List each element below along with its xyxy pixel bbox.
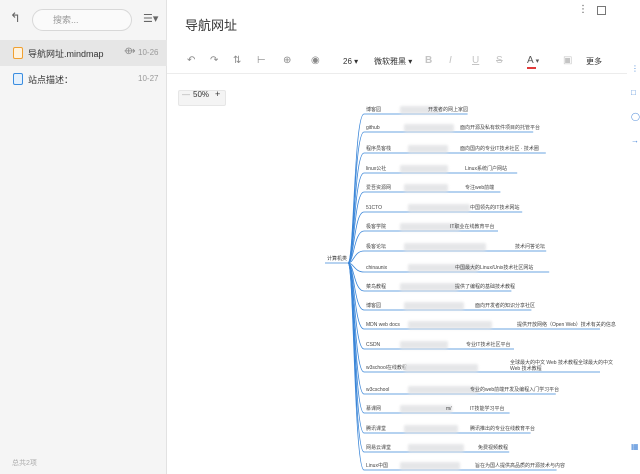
topic-node[interactable]: MDN web docs: [366, 322, 400, 328]
topic-description[interactable]: 专业IT技术社区平台: [466, 342, 510, 348]
redacted-url: [400, 283, 458, 291]
topic-description[interactable]: 技术问答论坛: [515, 244, 545, 250]
url-fragment: m/: [446, 406, 452, 412]
topic-node[interactable]: CSDN: [366, 342, 380, 348]
topic-node[interactable]: github: [366, 125, 380, 131]
redacted-url: [400, 341, 448, 349]
topic-node[interactable]: 网易云课堂: [366, 445, 391, 451]
topic-node[interactable]: 慕课网: [366, 406, 381, 412]
topic-description[interactable]: 专业的web前端开发及编程入门学习平台: [470, 387, 559, 393]
topic-description[interactable]: 面向国内的专业IT技术社区 · 技术圈: [460, 146, 539, 152]
redacted-url: [408, 386, 478, 394]
topic-description[interactable]: Linux系统门户网站: [465, 166, 507, 172]
redacted-url: [404, 302, 464, 310]
branch-line: [347, 250, 547, 264]
redacted-url: [400, 165, 448, 173]
topic-node[interactable]: chinaunix: [366, 265, 387, 271]
mindmap-canvas: [325, 113, 600, 471]
topic-description[interactable]: 面向开发者的知识分享社区: [475, 303, 535, 309]
branch-line: [347, 211, 523, 264]
topic-description[interactable]: IT技能学习平台: [470, 406, 504, 412]
topic-description[interactable]: 提供了编程的基础技术教程: [455, 284, 515, 290]
branch-line: [347, 262, 600, 330]
center-node[interactable]: 计算机类: [327, 255, 347, 262]
redacted-url: [404, 243, 486, 251]
topic-description[interactable]: 中国领先的IT技术网站: [470, 205, 519, 211]
redacted-url: [400, 462, 460, 470]
topic-node[interactable]: 极客论坛: [366, 244, 386, 250]
topic-description[interactable]: 开发者的网上家园: [428, 107, 468, 113]
topic-description[interactable]: IT职业在线教育平台: [450, 224, 494, 230]
redacted-url: [408, 145, 448, 153]
topic-node[interactable]: 博客园: [366, 303, 381, 309]
topic-node[interactable]: w3cschool: [366, 387, 389, 393]
topic-description[interactable]: 专注web前端: [465, 185, 494, 191]
topic-description[interactable]: 面向开源及私有软件项目的托管平台: [460, 125, 540, 131]
redacted-url: [404, 184, 448, 192]
topic-node[interactable]: w3school在线教程: [366, 365, 407, 371]
topic-node[interactable]: 爱吾资源网: [366, 185, 391, 191]
redacted-url: [400, 405, 452, 413]
branch-line: [347, 262, 600, 373]
topic-node[interactable]: 博客园: [366, 107, 381, 113]
redacted-url: [404, 425, 458, 433]
topic-node[interactable]: 极客学院: [366, 224, 386, 230]
topic-node[interactable]: 腾讯课堂: [366, 426, 386, 432]
redacted-url: [408, 321, 492, 329]
topic-description[interactable]: 提供开放网络（Open Web）技术有关的信息: [517, 322, 616, 328]
redacted-url: [408, 204, 470, 212]
topic-node[interactable]: 51CTO: [366, 205, 382, 211]
topic-description[interactable]: 全球最大的中文 Web 技术教程全球最大的中文 Web 技术教程: [510, 360, 620, 372]
app-window: ↰ 搜索... ☰▾ 导航网址.mindmap ⟴ 10-26 站点描述： 10…: [0, 0, 640, 474]
redacted-url: [404, 364, 478, 372]
redacted-url: [404, 124, 454, 132]
topic-node[interactable]: 菜鸟教程: [366, 284, 386, 290]
topic-description[interactable]: 免费视频教程: [478, 445, 508, 451]
topic-description[interactable]: 腾讯推出的专业在线教育平台: [470, 426, 535, 432]
redacted-url: [408, 444, 464, 452]
topic-node[interactable]: Linux中国: [366, 463, 388, 469]
topic-description[interactable]: 中国最大的Linux/Unix技术社区网站: [455, 265, 533, 271]
topic-description[interactable]: 旨在为国人提供高品质的开源技术与内容: [475, 463, 565, 469]
topic-node[interactable]: linux公社: [366, 166, 386, 172]
topic-node[interactable]: 程序员客栈: [366, 146, 391, 152]
